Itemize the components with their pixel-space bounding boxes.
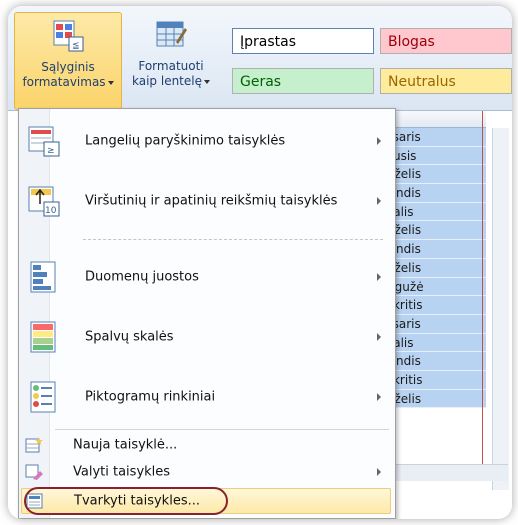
menu-item-color-scales[interactable]: Spalvų skalės [21,311,391,363]
color-scales-icon [30,321,56,353]
chevron-down-icon [107,80,114,85]
icon-sets-icon [30,381,56,413]
menu-item-icon-sets[interactable]: Piktogramų rinkiniai [21,371,391,423]
submenu-arrow-icon [377,393,381,401]
menu-item-new-rule[interactable]: Nauja taisyklė... [21,433,391,457]
horizontal-scrollbar[interactable] [378,464,508,481]
highlight-cells-rules-icon: ≥ [28,126,60,157]
annotation-oval [24,487,228,515]
submenu-arrow-icon [377,468,381,476]
svg-text:≦: ≦ [72,41,80,51]
menu-item-label: Duomenų juostos [85,269,199,285]
menu-item-label: Langelių paryškinimo taisyklės [85,133,286,149]
menu-item-top-bottom-rules[interactable]: 10 Viršutinių ir apatinių reikšmių taisy… [21,175,391,227]
conditional-formatting-icon: ≦ [53,20,84,52]
style-good[interactable]: Geras [232,68,374,94]
menu-separator [55,429,389,430]
page-break-line [482,111,483,476]
conditional-formatting-button[interactable]: ≦ Sąlyginis formatavimas [14,12,122,110]
submenu-arrow-icon [377,333,381,341]
conditional-formatting-label-2: formatavimas [22,75,106,89]
ribbon: ≦ Sąlyginis formatavimas Formatuoti kaip… [8,6,512,111]
style-bad[interactable]: Blogas [380,28,512,54]
menu-item-label: Spalvų skalės [85,329,174,345]
svg-text:10: 10 [45,206,57,216]
style-neutral[interactable]: Neutralus [380,68,512,94]
conditional-formatting-label-1: Sąlyginis [41,60,95,74]
menu-item-label: Valyti taisykles [73,464,171,480]
top-bottom-rules-icon: 10 [28,186,60,217]
format-as-table-icon [156,21,187,47]
format-as-table-label-2: kaip lentelę [132,74,202,88]
svg-text:≥: ≥ [47,146,55,156]
submenu-arrow-icon [377,197,381,205]
submenu-arrow-icon [377,137,381,145]
menu-item-label: Viršutinių ir apatinių reikšmių taisyklė… [85,193,338,209]
screenshot-frame: ≦ Sąlyginis formatavimas Formatuoti kaip… [8,6,512,519]
menu-item-clear-rules[interactable]: Valyti taisykles [21,459,391,485]
menu-item-label: Piktogramų rinkiniai [85,389,216,405]
menu-item-highlight-cells-rules[interactable]: ≥ Langelių paryškinimo taisyklės [21,115,391,167]
style-normal[interactable]: Įprastas [232,28,374,54]
vertical-scrollbar[interactable] [492,128,509,490]
menu-item-label: Nauja taisyklė... [73,437,178,453]
menu-item-data-bars[interactable]: Duomenų juostos [21,251,391,303]
format-as-table-label-1: Formatuoti [138,59,204,73]
clear-rules-icon [25,464,43,480]
new-rule-icon [25,437,43,453]
submenu-arrow-icon [377,273,381,281]
chevron-down-icon [203,79,210,84]
menu-separator [83,239,383,240]
conditional-formatting-menu: ≥ Langelių paryškinimo taisyklės 10 Virš… [18,108,396,519]
data-bars-icon [30,261,56,293]
format-as-table-button[interactable]: Formatuoti kaip lentelę [126,12,216,108]
